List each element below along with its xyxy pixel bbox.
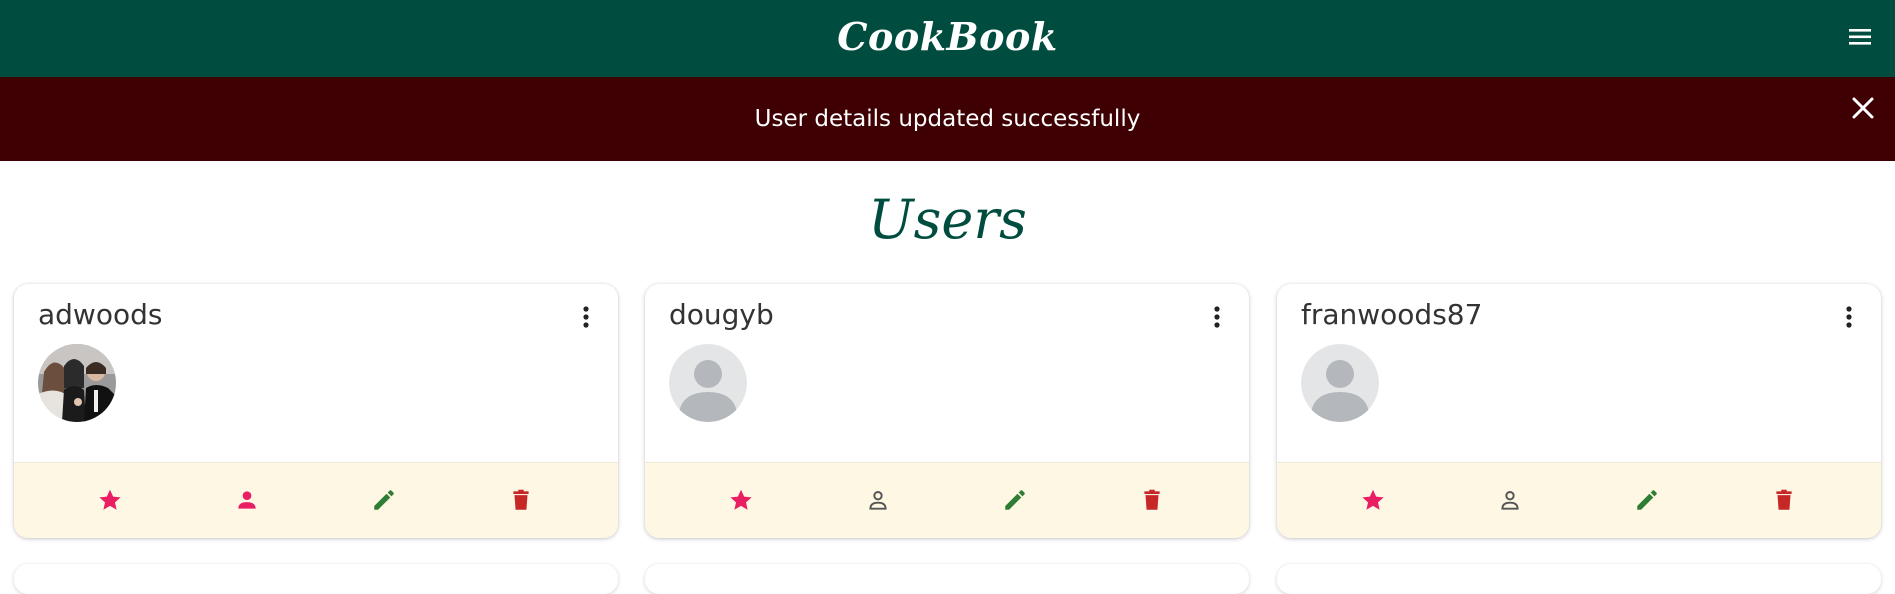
trash-icon[interactable] xyxy=(1137,485,1167,515)
avatar-placeholder xyxy=(1301,344,1379,422)
brand-logo[interactable]: CookBook xyxy=(0,14,1895,59)
user-card xyxy=(14,564,618,594)
star-icon[interactable] xyxy=(726,485,756,515)
more-vert-icon[interactable] xyxy=(580,302,592,332)
flash-message-text: User details updated successfully xyxy=(754,106,1141,132)
avatar-photo xyxy=(38,344,116,422)
user-card xyxy=(645,564,1249,594)
user-card-actions xyxy=(645,462,1249,538)
user-card-actions xyxy=(14,462,618,538)
user-card: adwoods xyxy=(14,284,618,538)
person-outline-icon[interactable] xyxy=(863,485,893,515)
hamburger-menu-icon[interactable] xyxy=(1847,26,1873,48)
pencil-icon[interactable] xyxy=(1000,485,1030,515)
star-icon[interactable] xyxy=(1358,485,1388,515)
more-vert-icon[interactable] xyxy=(1843,302,1855,332)
user-card: dougyb xyxy=(645,284,1249,538)
user-card: franwoods87 xyxy=(1277,284,1881,538)
user-card-username: adwoods xyxy=(38,298,163,331)
more-vert-icon[interactable] xyxy=(1211,302,1223,332)
trash-icon[interactable] xyxy=(1769,485,1799,515)
person-outline-icon[interactable] xyxy=(1495,485,1525,515)
flash-message: User details updated successfully xyxy=(0,77,1895,161)
user-card-username: dougyb xyxy=(669,298,774,331)
top-navbar: CookBook xyxy=(0,0,1895,77)
avatar-placeholder xyxy=(669,344,747,422)
user-card xyxy=(1277,564,1881,594)
page-title: Users xyxy=(868,188,1027,251)
close-icon[interactable] xyxy=(1849,94,1877,122)
trash-icon[interactable] xyxy=(506,485,536,515)
pencil-icon[interactable] xyxy=(1632,485,1662,515)
user-card-username: franwoods87 xyxy=(1301,298,1483,331)
star-icon[interactable] xyxy=(95,485,125,515)
user-card-actions xyxy=(1277,462,1881,538)
pencil-icon[interactable] xyxy=(369,485,399,515)
person-filled-icon[interactable] xyxy=(232,485,262,515)
